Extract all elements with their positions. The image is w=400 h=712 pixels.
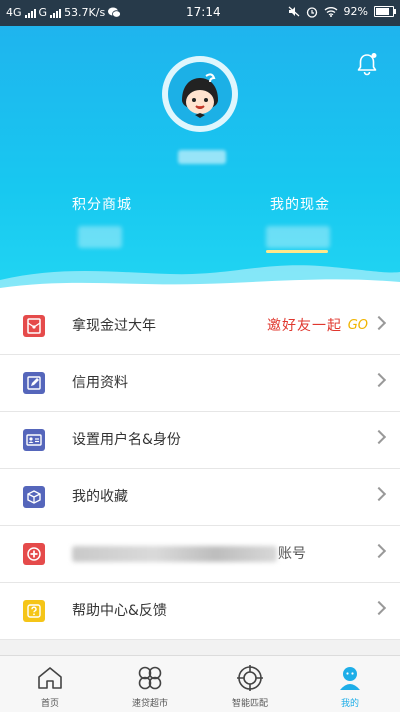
tab-label: 首页 (40, 699, 59, 709)
target-icon (237, 665, 263, 691)
chevron-right-icon (371, 372, 387, 388)
menu-item-help-feedback[interactable]: 帮助中心&反馈 (0, 583, 400, 640)
username-hidden (178, 150, 226, 164)
alarm-icon (306, 6, 317, 18)
menu-item-favorites[interactable]: 我的收藏 (0, 469, 400, 526)
signal-icon (24, 8, 36, 18)
tab-home[interactable]: 首页 (0, 656, 100, 712)
profile-header: 积分商城 我的现金 (0, 26, 400, 298)
tab-smart-match[interactable]: 智能匹配 (200, 656, 300, 712)
bottom-nav: 首页 速贷超市 智能匹配 我的 (0, 655, 400, 712)
home-icon (38, 667, 62, 689)
edit-icon (23, 372, 45, 394)
box-icon (23, 486, 45, 508)
plus-circle-icon (23, 543, 45, 565)
tab-label: 速贷超市 (131, 699, 168, 709)
profile-icon (340, 667, 360, 690)
menu-label-suffix: 账号 (278, 546, 306, 562)
status-time: 17:14 (186, 5, 221, 19)
chevron-right-icon (371, 600, 387, 616)
clover-icon (138, 666, 162, 690)
bell-icon[interactable] (356, 52, 378, 76)
question-icon (23, 600, 45, 622)
menu-label: 设置用户名&身份 (72, 432, 181, 448)
menu-label: 信用资料 (72, 375, 128, 391)
red-envelope-icon (23, 315, 45, 337)
menu-item-hidden-account[interactable]: 账号 (0, 526, 400, 583)
tab-mine[interactable]: 我的 (300, 656, 400, 712)
cash-value-hidden (266, 226, 330, 248)
menu-item-username-identity[interactable]: 设置用户名&身份 (0, 412, 400, 469)
promo-go-label: GO (347, 318, 368, 333)
menu-label-hidden (72, 546, 277, 562)
tab-label: 智能匹配 (231, 699, 268, 709)
status-bar: 4G G 53.7K/s 17:14 92% (0, 0, 400, 26)
tab-label: 我的 (340, 699, 359, 709)
menu-item-credit-info[interactable]: 信用资料 (0, 355, 400, 412)
status-right: 92% (288, 5, 396, 18)
wifi-icon (324, 7, 337, 17)
network-label-2: G (38, 6, 48, 19)
header-wave (0, 265, 400, 298)
chevron-right-icon (371, 486, 387, 502)
avatar-image (168, 62, 232, 126)
id-card-icon (23, 429, 45, 451)
wechat-icon (108, 7, 122, 18)
menu-item-cash-new-year[interactable]: 拿现金过大年 邀好友一起 GO (0, 298, 400, 355)
invite-friends-promo[interactable]: 邀好友一起 (267, 298, 342, 354)
network-label-1: 4G (6, 6, 22, 19)
points-mall-label[interactable]: 积分商城 (72, 194, 132, 214)
menu-label: 帮助中心&反馈 (72, 603, 167, 619)
network-speed: 53.7K/s (64, 6, 106, 19)
menu-label: 拿现金过大年 (72, 318, 156, 334)
menu-list: 拿现金过大年 邀好友一起 GO 信用资料 设置用户名&身份 我的收藏 账号 帮助… (0, 298, 400, 640)
signal-icon-2 (50, 8, 62, 18)
mute-icon (288, 6, 299, 17)
my-cash-label[interactable]: 我的现金 (270, 194, 330, 214)
status-left: 4G G 53.7K/s (6, 6, 122, 19)
chevron-right-icon (371, 429, 387, 445)
avatar[interactable] (162, 56, 238, 132)
tab-loan-market[interactable]: 速贷超市 (100, 656, 200, 712)
chevron-right-icon (371, 315, 387, 331)
battery-icon (374, 6, 396, 17)
points-value-hidden (78, 226, 122, 248)
menu-label: 我的收藏 (72, 489, 128, 505)
battery-percent: 92% (343, 5, 368, 18)
chevron-right-icon (371, 543, 387, 559)
